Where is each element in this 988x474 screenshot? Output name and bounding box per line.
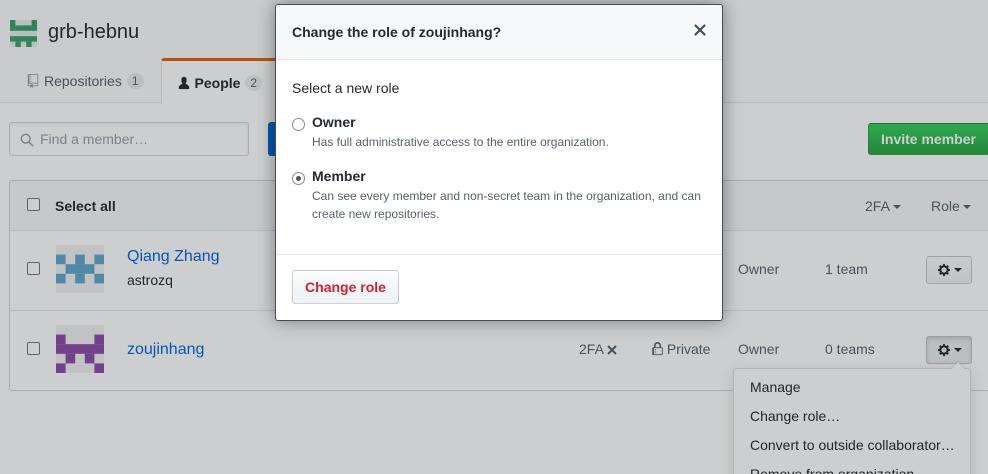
dialog-prompt: Select a new role [292, 80, 400, 96]
role-option-owner-label[interactable]: Owner [312, 114, 356, 130]
role-option-owner-description: Has full administrative access to the en… [312, 135, 609, 149]
change-role-button[interactable]: Change role [292, 270, 399, 304]
close-icon[interactable] [692, 22, 708, 38]
role-radio-member[interactable] [292, 172, 305, 185]
role-option-member-description: Can see every member and non-secret team… [312, 189, 701, 221]
change-role-dialog: Change the role of zoujinhang? Select a … [275, 4, 723, 321]
dialog-body: Select a new role Owner Has full adminis… [276, 60, 722, 255]
dialog-header: Change the role of zoujinhang? [276, 5, 722, 60]
dialog-title: Change the role of zoujinhang? [292, 24, 502, 40]
role-radio-owner[interactable] [292, 118, 305, 131]
role-option-member-label[interactable]: Member [312, 168, 366, 184]
